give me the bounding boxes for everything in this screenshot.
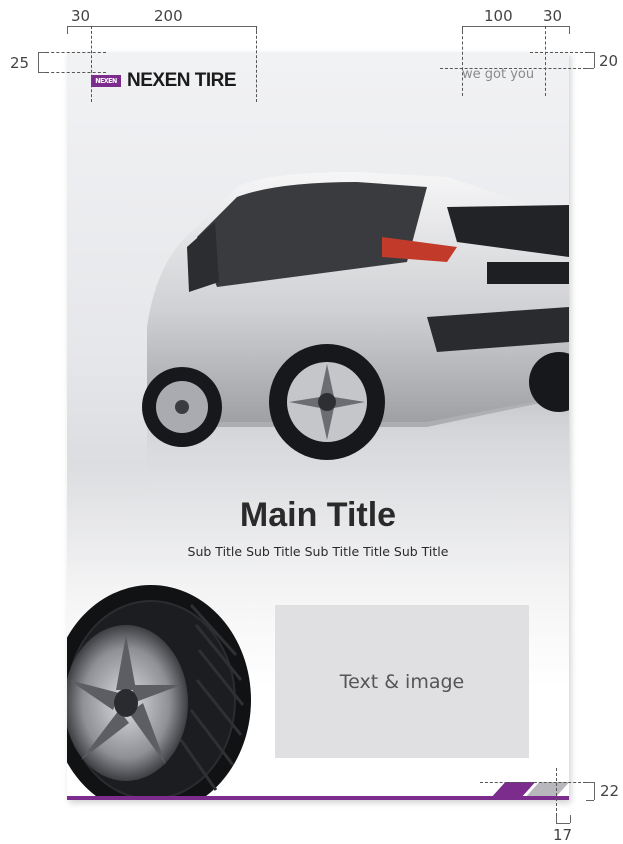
rear-wheel [142, 367, 222, 447]
logo-mark-icon: NEXEN [91, 75, 121, 87]
dim-logo-width: 200 [154, 7, 183, 25]
dim-bottom-right-height: 22 [600, 782, 620, 800]
bracket-left [38, 52, 39, 72]
logo-text: NEXEN TIRE [127, 70, 237, 91]
guide-bottom-right [480, 782, 586, 783]
front-wheel [269, 344, 385, 460]
bracket-tick [38, 72, 46, 73]
text-image-label: Text & image [339, 670, 465, 693]
bracket-tick [586, 800, 594, 801]
guide-tagline-bottom [440, 68, 586, 69]
brand-logo: NEXEN NEXEN TIRE [91, 70, 237, 92]
guide-logo-right [256, 26, 257, 102]
bracket-tick [586, 68, 594, 69]
dim-right-margin: 30 [543, 7, 563, 25]
bracket-tick [38, 52, 46, 53]
tire-image [67, 585, 251, 800]
dim-top-margin-right: 20 [599, 52, 619, 70]
bracket-tick [586, 782, 594, 783]
bracket-bottom-right [594, 782, 595, 800]
bracket-tick [569, 26, 570, 34]
guide-top-left [46, 52, 106, 53]
guide-logo-top [46, 72, 106, 73]
bracket-top-left [67, 26, 256, 27]
guide-top-right [530, 52, 588, 53]
poster: NEXEN NEXEN TIRE we got you Main Title S… [67, 52, 569, 800]
text-image-placeholder: Text & image [275, 605, 529, 758]
guide-tagline-left [462, 26, 463, 96]
bracket-tick [67, 26, 68, 34]
bracket-bottom [556, 823, 570, 824]
main-title: Main Title [239, 496, 397, 534]
guide-tagline-right [545, 26, 546, 96]
bracket-top-right [462, 26, 569, 27]
dim-tagline-width: 100 [484, 7, 513, 25]
guide-bottom-vertical [556, 768, 557, 816]
bracket-tick [556, 815, 557, 823]
bracket-tick [570, 815, 571, 823]
dim-left-margin: 30 [71, 7, 91, 25]
car-image [142, 172, 569, 497]
dim-top-margin-left: 25 [10, 54, 30, 72]
bracket-right [594, 52, 595, 68]
dim-bottom-right-width: 17 [553, 826, 573, 844]
sub-title: Sub Title Sub Title Sub Title Title Sub … [187, 544, 449, 559]
tagline: we got you [462, 67, 535, 82]
bottom-bar [67, 796, 569, 800]
guide-left [91, 26, 92, 102]
